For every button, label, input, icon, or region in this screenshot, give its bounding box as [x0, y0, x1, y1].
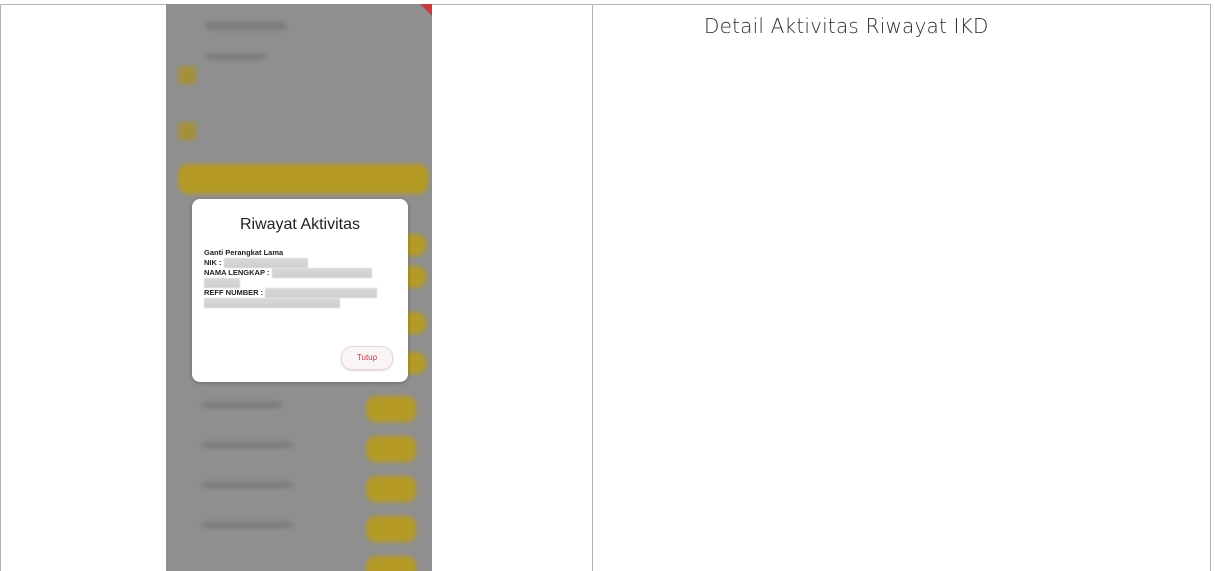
reff-row-continued — [204, 298, 394, 308]
blurred-row-button — [366, 516, 416, 542]
screenshot-caption: Detail Aktivitas Riwayat IKD — [704, 14, 989, 38]
blurred-row-button — [366, 396, 416, 422]
blurred-row-text — [202, 482, 292, 488]
blurred-row-button — [366, 436, 416, 462]
activity-type: Ganti Perangkat Lama — [204, 248, 284, 257]
close-button[interactable]: Tutup — [341, 346, 393, 370]
blurred-row-text — [202, 402, 282, 408]
reff-row: REFF NUMBER : — [204, 288, 394, 298]
reff-redacted-continued — [204, 298, 340, 308]
nama-redacted-continued — [204, 278, 240, 288]
table-border-left — [0, 4, 1, 571]
blurred-header-text — [206, 22, 286, 30]
blurred-subtitle — [206, 54, 266, 60]
nik-redacted — [223, 258, 308, 268]
dialog-title: Riwayat Aktivitas — [239, 216, 361, 233]
activity-dialog: Riwayat Aktivitas Ganti Perangkat Lama N… — [192, 199, 408, 382]
blurred-row-button — [366, 556, 416, 571]
reff-label: REFF NUMBER : — [204, 288, 264, 297]
phone-screenshot: Riwayat Aktivitas Ganti Perangkat Lama N… — [166, 4, 432, 571]
blurred-row-text — [202, 522, 292, 528]
reff-redacted — [265, 288, 378, 298]
dialog-body: Ganti Perangkat Lama NIK : NAMA LENGKAP … — [204, 248, 394, 308]
blurred-primary-button — [178, 164, 428, 194]
blurred-icon — [178, 66, 196, 84]
nama-redacted — [271, 268, 372, 278]
nik-label: NIK : — [204, 258, 222, 267]
table-column-divider — [592, 4, 593, 571]
nama-row: NAMA LENGKAP : — [204, 268, 394, 278]
blurred-icon — [178, 122, 196, 140]
blurred-row-button — [366, 476, 416, 502]
nik-row: NIK : — [204, 258, 394, 268]
nama-row-continued — [204, 278, 394, 288]
nama-label: NAMA LENGKAP : — [204, 268, 270, 277]
table-border-right — [1210, 4, 1211, 571]
document-table: Detail Aktivitas Riwayat IKD Riwayat Akt… — [0, 0, 1215, 571]
blurred-row-text — [202, 442, 292, 448]
corner-indicator — [420, 4, 432, 16]
